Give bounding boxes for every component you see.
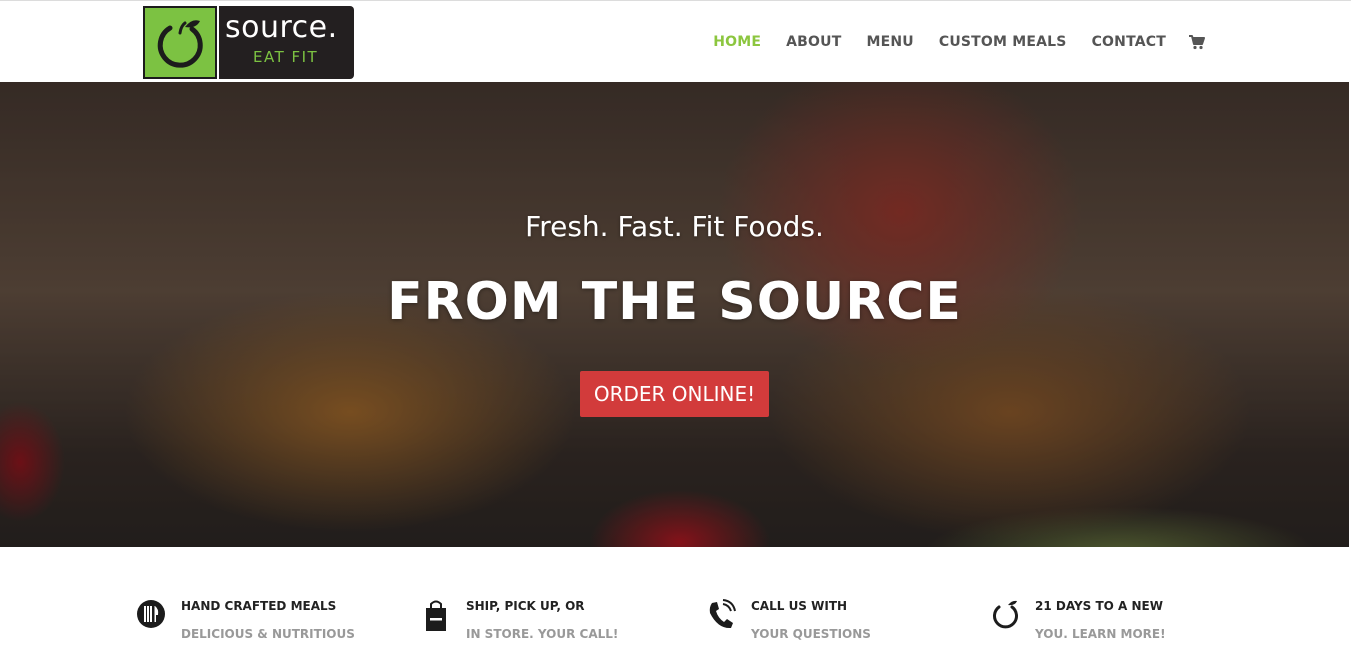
apple-logo-icon — [990, 599, 1020, 633]
shopping-bag-icon — [421, 599, 451, 633]
hero-subtitle: Fresh. Fast. Fit Foods. — [525, 210, 824, 243]
apple-logo-icon — [143, 6, 217, 79]
feature-call-us[interactable]: CALL US WITH YOUR QUESTIONS — [706, 599, 966, 659]
nav-about[interactable]: ABOUT — [786, 34, 841, 50]
phone-icon — [706, 599, 736, 633]
feature-subtitle: DELICIOUS & NUTRITIOUS — [181, 627, 355, 641]
nav-home[interactable]: HOME — [713, 34, 761, 50]
feature-subtitle: YOU. LEARN MORE! — [1035, 627, 1166, 641]
feature-title: SHIP, PICK UP, OR — [466, 599, 585, 613]
hero-banner: Fresh. Fast. Fit Foods. FROM THE SOURCE … — [0, 82, 1349, 547]
logo-word: source. — [225, 10, 338, 45]
nav-contact[interactable]: CONTACT — [1092, 34, 1166, 50]
feature-subtitle: IN STORE. YOUR CALL! — [466, 627, 619, 641]
feature-subtitle: YOUR QUESTIONS — [751, 627, 871, 641]
feature-21-days[interactable]: 21 DAYS TO A NEW YOU. LEARN MORE! — [990, 599, 1250, 659]
cart-icon[interactable] — [1188, 33, 1206, 51]
order-online-button[interactable]: ORDER ONLINE! — [580, 371, 769, 417]
feature-title: HAND CRAFTED MEALS — [181, 599, 337, 613]
feature-title: CALL US WITH — [751, 599, 848, 613]
hero-title: FROM THE SOURCE — [387, 272, 962, 332]
site-header: source. EAT FIT HOME ABOUT MENU CUSTOM M… — [0, 0, 1351, 82]
hero-content: Fresh. Fast. Fit Foods. FROM THE SOURCE … — [0, 82, 1349, 547]
features-strip: HAND CRAFTED MEALS DELICIOUS & NUTRITIOU… — [0, 547, 1351, 661]
utensils-icon — [136, 599, 166, 633]
site-logo[interactable]: source. EAT FIT — [143, 6, 354, 79]
feature-ship-pickup[interactable]: SHIP, PICK UP, OR IN STORE. YOUR CALL! — [421, 599, 681, 659]
feature-title: 21 DAYS TO A NEW — [1035, 599, 1163, 613]
feature-hand-crafted[interactable]: HAND CRAFTED MEALS DELICIOUS & NUTRITIOU… — [136, 599, 396, 659]
logo-wordmark: source. EAT FIT — [219, 6, 354, 79]
nav-menu[interactable]: MENU — [866, 34, 913, 50]
logo-tagline: EAT FIT — [253, 48, 319, 66]
nav-custom-meals[interactable]: CUSTOM MEALS — [939, 34, 1067, 50]
main-nav: HOME ABOUT MENU CUSTOM MEALS CONTACT — [688, 33, 1206, 51]
